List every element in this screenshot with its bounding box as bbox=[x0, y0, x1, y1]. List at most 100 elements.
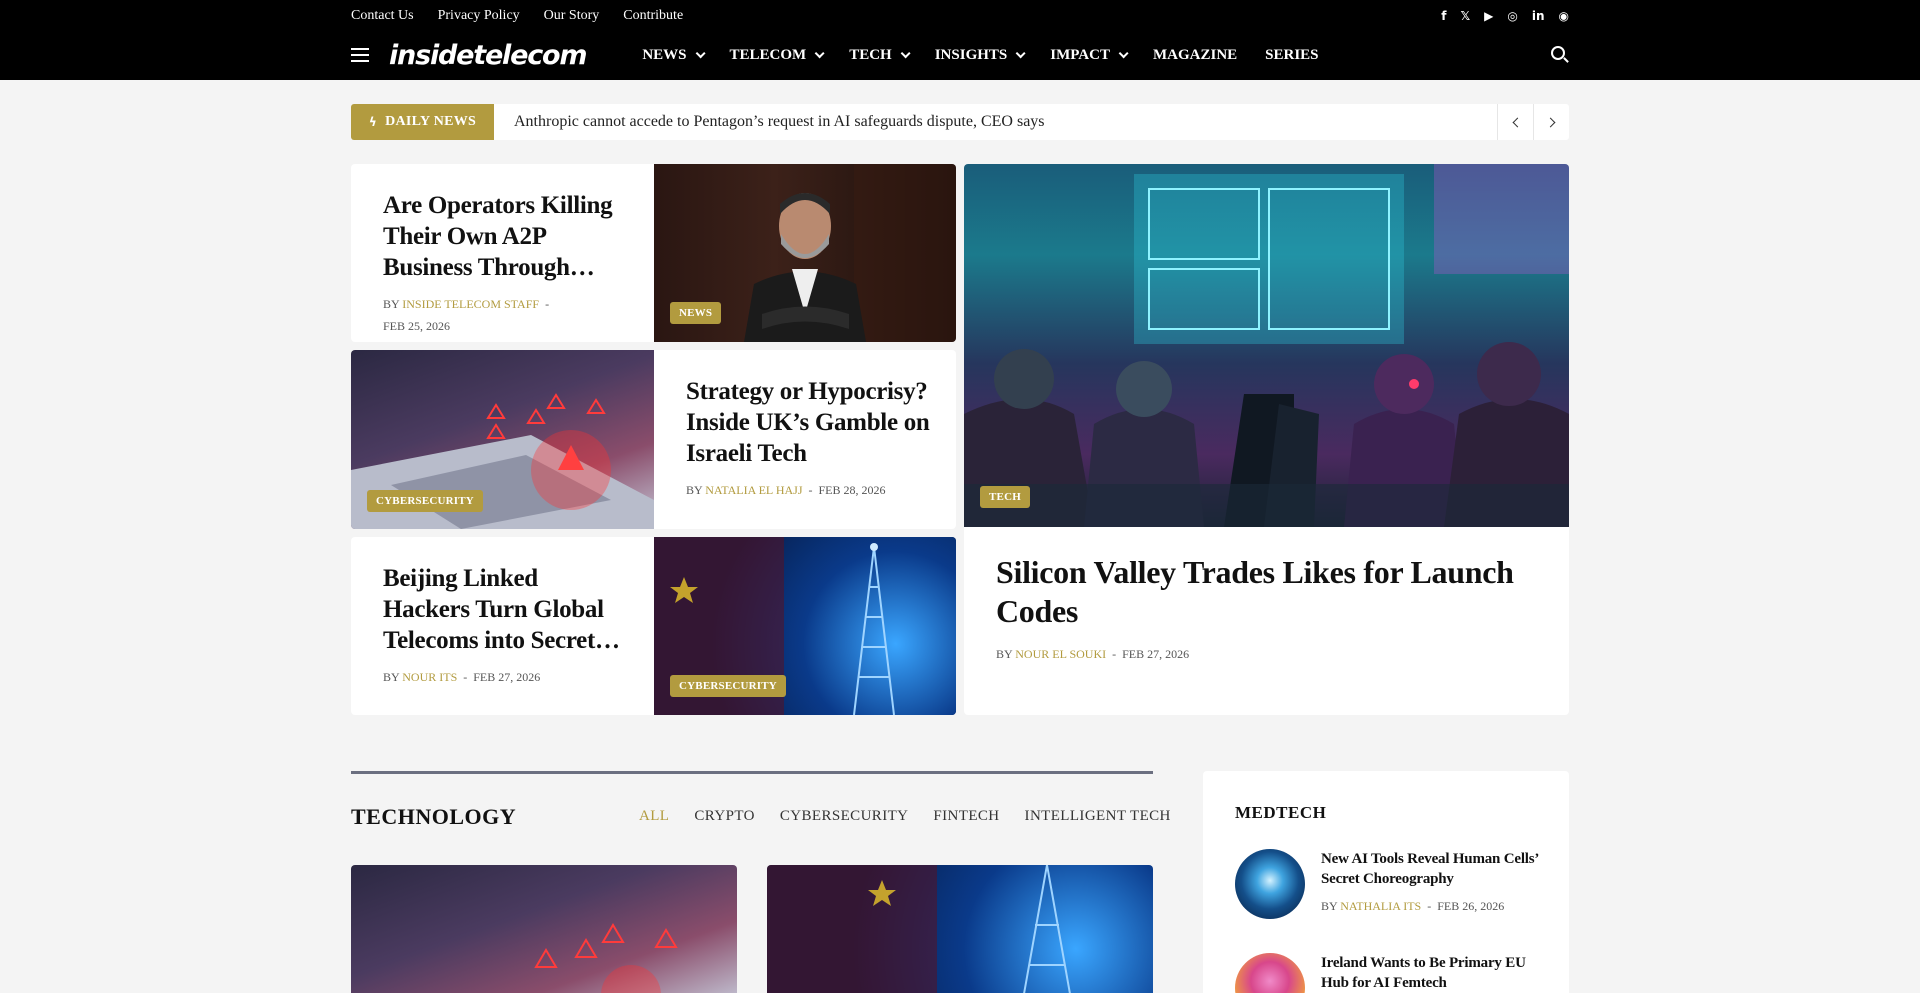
feature-article-card[interactable]: TECH Silicon Valley Trades Likes for Lau… bbox=[964, 164, 1569, 715]
byline-prefix: BY bbox=[996, 647, 1013, 661]
medtech-title: MEDTECH bbox=[1235, 803, 1327, 822]
article-title[interactable]: Beijing Linked Hackers Turn Global Telec… bbox=[383, 563, 628, 656]
chevron-down-icon bbox=[1118, 47, 1129, 58]
ticker-headline[interactable]: Anthropic cannot accede to Pentagon’s re… bbox=[494, 113, 1497, 131]
article-author[interactable]: NOUR ITS bbox=[402, 670, 457, 684]
chevron-left-icon[interactable] bbox=[1497, 104, 1533, 140]
social-links: f 𝕏 ▶ ◎ in ◉ bbox=[1441, 9, 1569, 23]
technology-article-image[interactable] bbox=[767, 865, 1153, 993]
technology-section-title: TECHNOLOGY bbox=[351, 804, 517, 829]
article-author[interactable]: NATALIA EL HAJJ bbox=[705, 483, 802, 497]
article-card-a2p[interactable]: Are Operators Killing Their Own A2P Busi… bbox=[351, 164, 956, 342]
privacy-policy-link[interactable]: Privacy Policy bbox=[438, 8, 520, 24]
article-text: Beijing Linked Hackers Turn Global Telec… bbox=[383, 563, 628, 688]
chevron-right-icon[interactable] bbox=[1533, 104, 1569, 140]
article-image[interactable]: NEWS bbox=[654, 164, 956, 342]
chevron-down-icon bbox=[900, 47, 911, 58]
article-text: Are Operators Killing Their Own A2P Busi… bbox=[383, 190, 623, 337]
facebook-icon[interactable]: f bbox=[1441, 9, 1446, 23]
hackers-control-room-image bbox=[964, 164, 1569, 527]
technology-article-image[interactable] bbox=[351, 865, 737, 993]
daily-news-label-text: DAILY NEWS bbox=[385, 114, 477, 129]
article-date: FEB 27, 2026 bbox=[1122, 647, 1190, 661]
category-badge[interactable]: CYBERSECURITY bbox=[367, 490, 483, 512]
article-author[interactable]: INSIDE TELECOM STAFF bbox=[402, 297, 539, 311]
chevron-down-icon bbox=[814, 47, 825, 58]
nav-item-series[interactable]: SERIES bbox=[1265, 47, 1318, 64]
linkedin-icon[interactable]: in bbox=[1532, 9, 1545, 23]
byline-prefix: BY bbox=[686, 483, 703, 497]
byline-prefix: BY bbox=[1321, 899, 1338, 913]
article-date: FEB 26, 2026 bbox=[1437, 899, 1505, 913]
category-badge[interactable]: CYBERSECURITY bbox=[670, 675, 786, 697]
search-icon[interactable] bbox=[1551, 46, 1569, 64]
article-image[interactable]: CYBERSECURITY bbox=[351, 350, 654, 529]
technology-tabs: ALL CRYPTO CYBERSECURITY FINTECH INTELLI… bbox=[614, 808, 1171, 825]
instagram-icon[interactable]: ◎ bbox=[1507, 9, 1517, 23]
article-author[interactable]: NATHALIA ITS bbox=[1340, 899, 1421, 913]
nav-item-impact[interactable]: IMPACT bbox=[1050, 46, 1129, 64]
article-date: FEB 25, 2026 bbox=[383, 319, 451, 333]
daily-news-ticker: ϟ DAILY NEWS Anthropic cannot accede to … bbox=[351, 104, 1569, 140]
nav-items: NEWS TELECOM TECH INSIGHTS IMPACT MAGAZI… bbox=[642, 47, 1346, 64]
laptop-warning-image bbox=[534, 923, 678, 993]
nav-label: SERIES bbox=[1265, 46, 1319, 63]
our-story-link[interactable]: Our Story bbox=[544, 8, 600, 24]
feature-text: Silicon Valley Trades Likes for Launch C… bbox=[996, 553, 1536, 665]
chevron-down-icon bbox=[695, 47, 706, 58]
medtech-item[interactable]: New AI Tools Reveal Human Cells’ Secret … bbox=[1235, 849, 1545, 919]
article-card-beijing-hackers[interactable]: Beijing Linked Hackers Turn Global Telec… bbox=[351, 537, 956, 715]
tab-all[interactable]: ALL bbox=[639, 808, 669, 825]
article-text: Strategy or Hypocrisy? Inside UK’s Gambl… bbox=[686, 376, 936, 501]
nav-item-tech[interactable]: TECH bbox=[849, 46, 911, 64]
top-links: Contact Us Privacy Policy Our Story Cont… bbox=[351, 8, 683, 24]
nav-label: IMPACT bbox=[1050, 46, 1110, 63]
nav-label: INSIGHTS bbox=[934, 46, 1008, 63]
medtech-item-text: Ireland Wants to Be Primary EU Hub for A… bbox=[1321, 953, 1545, 993]
article-card-uk-israeli-tech[interactable]: CYBERSECURITY Strategy or Hypocrisy? Ins… bbox=[351, 350, 956, 529]
whatsapp-icon[interactable]: ◉ bbox=[1559, 9, 1569, 23]
chevron-down-icon bbox=[1015, 47, 1026, 58]
feature-title[interactable]: Silicon Valley Trades Likes for Launch C… bbox=[996, 553, 1536, 631]
article-author[interactable]: NOUR EL SOUKI bbox=[1015, 647, 1106, 661]
tab-fintech[interactable]: FINTECH bbox=[933, 808, 999, 825]
ticker-controls bbox=[1497, 104, 1569, 140]
tab-crypto[interactable]: CRYPTO bbox=[694, 808, 754, 825]
hamburger-menu-icon[interactable] bbox=[351, 48, 369, 62]
nav-label: TECH bbox=[849, 46, 892, 63]
nav-item-insights[interactable]: INSIGHTS bbox=[934, 46, 1026, 64]
article-image[interactable]: CYBERSECURITY bbox=[654, 537, 956, 715]
tab-cybersecurity[interactable]: CYBERSECURITY bbox=[780, 808, 909, 825]
nav-item-news[interactable]: NEWS bbox=[642, 46, 706, 64]
medtech-item-title[interactable]: New AI Tools Reveal Human Cells’ Secret … bbox=[1321, 849, 1545, 889]
medtech-sidebar: MEDTECH New AI Tools Reveal Human Cells’… bbox=[1203, 771, 1569, 993]
contribute-link[interactable]: Contribute bbox=[623, 8, 683, 24]
medtech-item-title[interactable]: Ireland Wants to Be Primary EU Hub for A… bbox=[1321, 953, 1545, 993]
tab-intelligent-tech[interactable]: INTELLIGENT TECH bbox=[1025, 808, 1171, 825]
x-icon[interactable]: 𝕏 bbox=[1460, 9, 1470, 23]
article-meta: BY NOUR ITS - FEB 27, 2026 bbox=[383, 670, 541, 684]
feature-image[interactable]: TECH bbox=[964, 164, 1569, 527]
nav-item-telecom[interactable]: TELECOM bbox=[730, 47, 825, 64]
article-title[interactable]: Are Operators Killing Their Own A2P Busi… bbox=[383, 190, 623, 283]
youtube-icon[interactable]: ▶ bbox=[1484, 9, 1493, 23]
nav-item-magazine[interactable]: MAGAZINE bbox=[1153, 47, 1237, 64]
telecom-tower-image bbox=[767, 865, 1071, 993]
byline-prefix: BY bbox=[383, 297, 400, 311]
article-title[interactable]: Strategy or Hypocrisy? Inside UK’s Gambl… bbox=[686, 376, 936, 469]
lightning-icon: ϟ bbox=[368, 115, 378, 129]
contact-us-link[interactable]: Contact Us bbox=[351, 8, 414, 24]
nav-label: NEWS bbox=[642, 46, 687, 63]
category-badge[interactable]: NEWS bbox=[670, 302, 722, 324]
main-nav: insidetelecom NEWS TELECOM TECH INSIGHTS… bbox=[351, 36, 1569, 74]
article-date: FEB 27, 2026 bbox=[473, 670, 541, 684]
article-thumbnail[interactable] bbox=[1235, 849, 1305, 919]
article-date: FEB 28, 2026 bbox=[818, 483, 886, 497]
nav-label: MAGAZINE bbox=[1152, 46, 1238, 63]
article-thumbnail[interactable] bbox=[1235, 953, 1305, 993]
medtech-item-text: New AI Tools Reveal Human Cells’ Secret … bbox=[1321, 849, 1545, 919]
medtech-item[interactable]: Ireland Wants to Be Primary EU Hub for A… bbox=[1235, 953, 1545, 993]
article-meta: BY NOUR EL SOUKI - FEB 27, 2026 bbox=[996, 647, 1190, 661]
site-logo[interactable]: insidetelecom bbox=[389, 40, 588, 71]
category-badge[interactable]: TECH bbox=[980, 486, 1030, 508]
